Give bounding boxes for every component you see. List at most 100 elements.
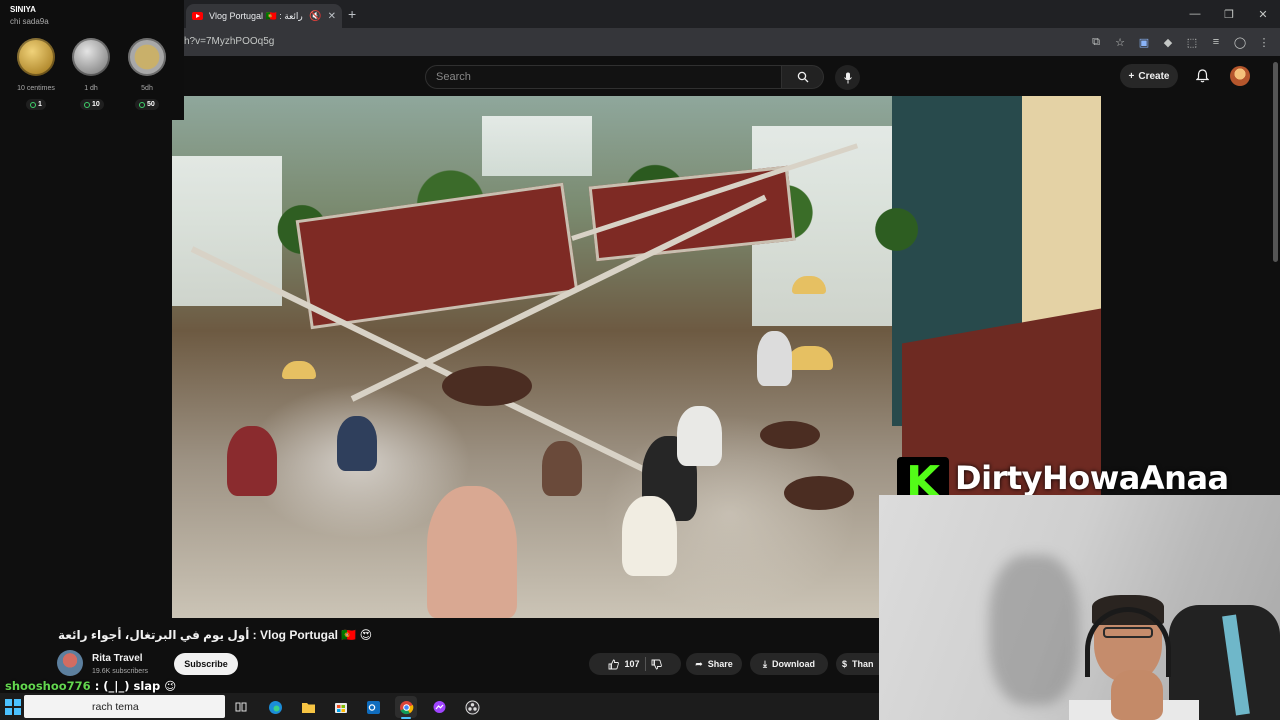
coin-donation-panel: SINIYA chi sada9a 10 centimes 1 dh 5dh 1… [0, 0, 184, 120]
search-button[interactable] [782, 65, 824, 89]
subscriber-count: 19.6K subscribers [92, 668, 149, 675]
patron-1 [227, 426, 277, 496]
search-input[interactable]: Search [425, 65, 782, 89]
coin-count: 50 [147, 101, 155, 108]
patron-4 [677, 406, 722, 466]
coin-panel-subtitle: chi sada9a [10, 17, 49, 26]
download-arrow-icon: ⤓ [763, 658, 767, 669]
extension-diamond-icon[interactable]: ◆ [1158, 33, 1178, 51]
wall-shadow [989, 555, 1079, 705]
plus-icon: + [1128, 70, 1135, 82]
thumbs-down-icon[interactable] [651, 659, 662, 670]
status-dot-icon [30, 101, 36, 108]
like-count: 107 [624, 659, 640, 669]
download-button[interactable]: ⤓ Download [750, 653, 828, 675]
task-view-icon[interactable] [230, 696, 252, 718]
close-window-button[interactable]: ✕ [1246, 0, 1280, 28]
translate-icon[interactable]: ▣ [1134, 33, 1154, 51]
thanks-dollar-icon: $ [842, 659, 848, 669]
bell-icon [1195, 69, 1209, 83]
channel-avatar[interactable] [57, 650, 83, 676]
video-title: أول يوم في البرتغال، أجواء رائعة : Vlog … [58, 628, 373, 642]
minimize-button[interactable]: — [1178, 0, 1212, 28]
glasses-icon [1103, 627, 1153, 638]
youtube-favicon-icon [192, 12, 203, 20]
start-windows-icon[interactable] [5, 699, 21, 715]
patron-6 [757, 331, 792, 386]
streamer-name: DirtyHowaAnaa [955, 459, 1229, 497]
extensions-puzzle-icon[interactable]: ⬚ [1182, 33, 1202, 51]
coin-count: 1 [38, 101, 42, 108]
coin-label: 10 centimes [17, 85, 55, 92]
notifications-button[interactable] [1193, 67, 1211, 85]
download-label: Download [771, 659, 815, 669]
reading-list-icon[interactable]: ≡ [1206, 33, 1226, 51]
messenger-icon[interactable] [428, 696, 450, 718]
cafe-table-1 [760, 421, 820, 449]
coin-5-dh-icon [128, 38, 166, 76]
youtube-masthead: Search + Create [0, 56, 1280, 96]
like-dislike-group: 107 [589, 653, 681, 675]
streamer-hand [1111, 670, 1163, 720]
status-dot-icon [139, 101, 145, 108]
foreground-hand [427, 486, 517, 618]
bookmark-star-icon[interactable]: ☆ [1110, 33, 1130, 51]
window-controls: — ❐ ✕ [1178, 0, 1280, 28]
windows-taskbar: rach tema [0, 693, 879, 720]
obs-icon[interactable] [461, 696, 483, 718]
cast-icon[interactable]: ⧉ [1086, 33, 1106, 51]
microphone-icon [843, 72, 852, 83]
create-label: Create [1138, 70, 1170, 82]
voice-search-button[interactable] [835, 65, 860, 90]
share-arrow-icon: ➦ [695, 658, 703, 669]
browser-toolbar: h?v=7MyzhPOOq5g ⧉ ☆ ▣ ◆ ⬚ ≡ ◯ ⋮ [0, 28, 1280, 56]
coin-count-badge: 50 [135, 99, 159, 110]
coin-label: 5dh [141, 85, 153, 92]
coin-label: 1 dh [84, 85, 98, 92]
share-label: Share [707, 659, 733, 669]
account-avatar[interactable] [1230, 66, 1250, 86]
profile-icon[interactable]: ◯ [1230, 33, 1250, 51]
pendant-lamp-3 [282, 361, 316, 379]
store-icon[interactable] [330, 696, 352, 718]
like-separator [644, 657, 646, 671]
pendant-lamp-1 [792, 276, 826, 294]
cafe-table-2 [784, 476, 854, 510]
pendant-lamp-2 [787, 346, 833, 370]
subscribe-button[interactable]: Subscribe [174, 653, 238, 675]
patron-5 [622, 496, 677, 576]
thumbs-up-icon [609, 659, 620, 669]
tab-mute-icon[interactable]: 🔇 [309, 11, 321, 22]
like-button[interactable]: 107 [608, 659, 640, 670]
outlook-icon[interactable] [362, 696, 384, 718]
taskbar-search-input[interactable]: rach tema [24, 695, 225, 718]
coin-count-badge: 1 [26, 99, 46, 110]
chrome-icon[interactable] [395, 696, 417, 719]
share-button[interactable]: ➦ Share [686, 653, 742, 675]
page-scrollbar[interactable] [1273, 62, 1278, 262]
coin-10-centimes-icon [17, 38, 55, 76]
toolbar-icons: ⧉ ☆ ▣ ◆ ⬚ ≡ ◯ ⋮ [1086, 33, 1274, 51]
coin-count-badge: 10 [80, 99, 104, 110]
file-explorer-icon[interactable] [297, 696, 319, 718]
status-dot-icon [84, 101, 90, 108]
new-tab-button[interactable]: + [348, 6, 356, 22]
search-icon [797, 71, 808, 83]
tab-close-icon[interactable]: ✕ [328, 11, 336, 22]
menu-kebab-icon[interactable]: ⋮ [1254, 33, 1274, 51]
streamer-webcam [879, 495, 1280, 720]
cafe-table-3 [442, 366, 532, 406]
edge-icon[interactable] [264, 696, 286, 718]
patron-2 [337, 416, 377, 471]
tab-title: Vlog Portugal 🇵🇹 : أجواء رائعة [209, 10, 303, 21]
thanks-label: Than [852, 659, 874, 669]
channel-name[interactable]: Rita Travel [92, 653, 143, 664]
browser-tab-youtube[interactable]: Vlog Portugal 🇵🇹 : أجواء رائعة 🔇 ✕ [186, 4, 342, 28]
coin-count: 10 [92, 101, 100, 108]
address-bar[interactable]: h?v=7MyzhPOOq5g [184, 36, 274, 47]
thanks-button[interactable]: $ Than [836, 653, 879, 675]
coin-1-dh-icon [72, 38, 110, 76]
maximize-button[interactable]: ❐ [1212, 0, 1246, 28]
create-button[interactable]: + Create [1120, 64, 1178, 88]
browser-tab-bar: Vlog Portugal 🇵🇹 : أجواء رائعة 🔇 ✕ + — ❐… [0, 0, 1280, 28]
